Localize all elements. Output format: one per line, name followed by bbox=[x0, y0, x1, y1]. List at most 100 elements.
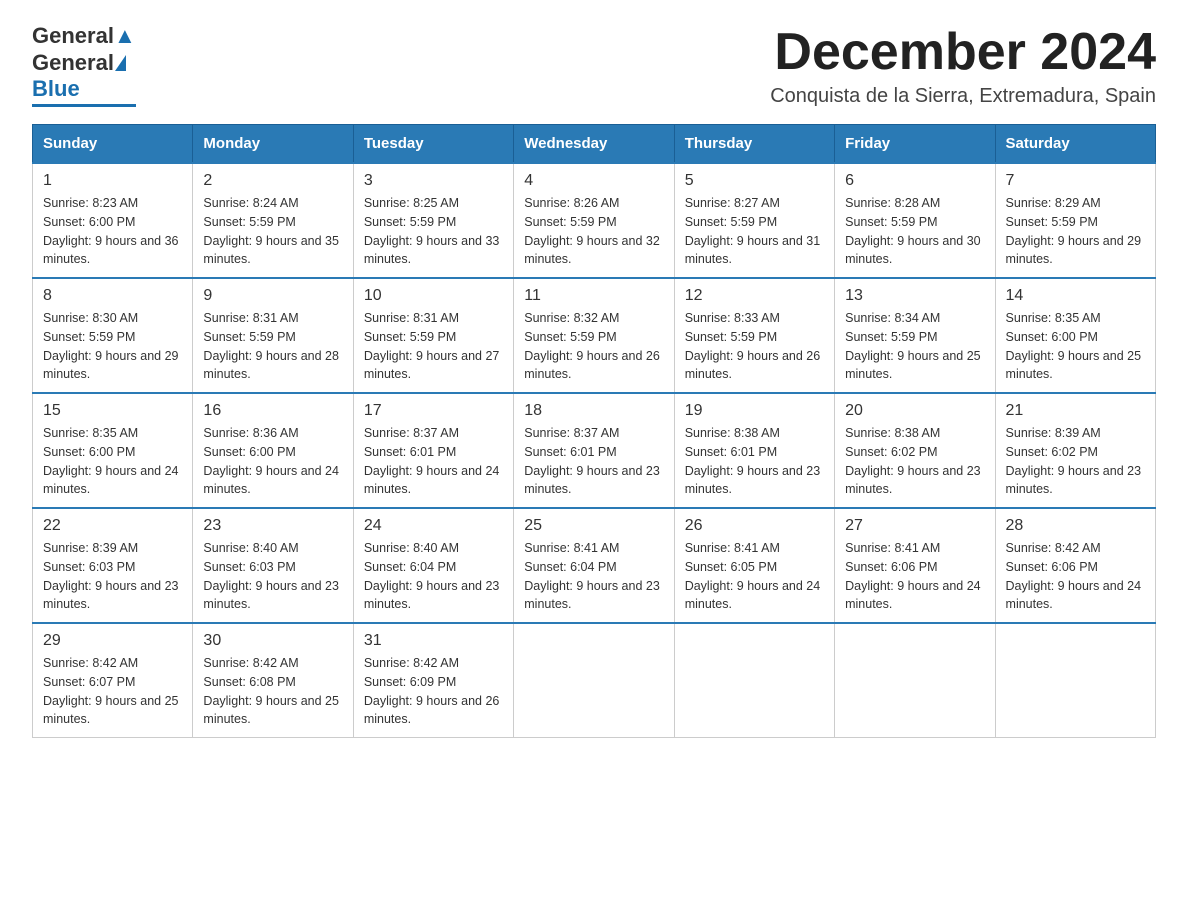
day-info: Sunrise: 8:24 AMSunset: 5:59 PMDaylight:… bbox=[203, 196, 339, 266]
calendar-week-row: 1 Sunrise: 8:23 AMSunset: 6:00 PMDayligh… bbox=[33, 163, 1156, 278]
day-number: 1 bbox=[43, 172, 182, 190]
calendar-day-cell: 7 Sunrise: 8:29 AMSunset: 5:59 PMDayligh… bbox=[995, 163, 1155, 278]
calendar-table: Sunday Monday Tuesday Wednesday Thursday… bbox=[32, 124, 1156, 738]
calendar-day-cell: 6 Sunrise: 8:28 AMSunset: 5:59 PMDayligh… bbox=[835, 163, 995, 278]
col-monday: Monday bbox=[193, 125, 353, 164]
calendar-week-row: 8 Sunrise: 8:30 AMSunset: 5:59 PMDayligh… bbox=[33, 278, 1156, 393]
calendar-header-row: Sunday Monday Tuesday Wednesday Thursday… bbox=[33, 125, 1156, 164]
day-number: 3 bbox=[364, 172, 503, 190]
calendar-day-cell: 14 Sunrise: 8:35 AMSunset: 6:00 PMDaylig… bbox=[995, 278, 1155, 393]
day-info: Sunrise: 8:40 AMSunset: 6:03 PMDaylight:… bbox=[203, 541, 339, 611]
day-number: 27 bbox=[845, 517, 984, 535]
logo: General▲ General Blue bbox=[32, 24, 136, 107]
day-info: Sunrise: 8:40 AMSunset: 6:04 PMDaylight:… bbox=[364, 541, 500, 611]
calendar-week-row: 22 Sunrise: 8:39 AMSunset: 6:03 PMDaylig… bbox=[33, 508, 1156, 623]
day-number: 26 bbox=[685, 517, 824, 535]
day-info: Sunrise: 8:41 AMSunset: 6:05 PMDaylight:… bbox=[685, 541, 821, 611]
calendar-day-cell: 16 Sunrise: 8:36 AMSunset: 6:00 PMDaylig… bbox=[193, 393, 353, 508]
day-info: Sunrise: 8:38 AMSunset: 6:01 PMDaylight:… bbox=[685, 426, 821, 496]
day-number: 2 bbox=[203, 172, 342, 190]
calendar-day-cell: 21 Sunrise: 8:39 AMSunset: 6:02 PMDaylig… bbox=[995, 393, 1155, 508]
day-info: Sunrise: 8:42 AMSunset: 6:09 PMDaylight:… bbox=[364, 656, 500, 726]
col-tuesday: Tuesday bbox=[353, 125, 513, 164]
day-number: 6 bbox=[845, 172, 984, 190]
day-number: 10 bbox=[364, 287, 503, 305]
calendar-day-cell: 25 Sunrise: 8:41 AMSunset: 6:04 PMDaylig… bbox=[514, 508, 674, 623]
calendar-day-cell: 26 Sunrise: 8:41 AMSunset: 6:05 PMDaylig… bbox=[674, 508, 834, 623]
day-info: Sunrise: 8:42 AMSunset: 6:08 PMDaylight:… bbox=[203, 656, 339, 726]
month-title: December 2024 bbox=[770, 24, 1156, 81]
day-number: 9 bbox=[203, 287, 342, 305]
day-info: Sunrise: 8:38 AMSunset: 6:02 PMDaylight:… bbox=[845, 426, 981, 496]
calendar-day-cell: 17 Sunrise: 8:37 AMSunset: 6:01 PMDaylig… bbox=[353, 393, 513, 508]
col-thursday: Thursday bbox=[674, 125, 834, 164]
logo-triangle-icon bbox=[115, 55, 126, 71]
calendar-day-cell: 3 Sunrise: 8:25 AMSunset: 5:59 PMDayligh… bbox=[353, 163, 513, 278]
day-info: Sunrise: 8:33 AMSunset: 5:59 PMDaylight:… bbox=[685, 311, 821, 381]
calendar-day-cell: 29 Sunrise: 8:42 AMSunset: 6:07 PMDaylig… bbox=[33, 623, 193, 738]
day-number: 20 bbox=[845, 402, 984, 420]
day-number: 19 bbox=[685, 402, 824, 420]
day-info: Sunrise: 8:37 AMSunset: 6:01 PMDaylight:… bbox=[364, 426, 500, 496]
calendar-day-cell: 10 Sunrise: 8:31 AMSunset: 5:59 PMDaylig… bbox=[353, 278, 513, 393]
day-info: Sunrise: 8:32 AMSunset: 5:59 PMDaylight:… bbox=[524, 311, 660, 381]
calendar-day-cell: 23 Sunrise: 8:40 AMSunset: 6:03 PMDaylig… bbox=[193, 508, 353, 623]
day-number: 15 bbox=[43, 402, 182, 420]
calendar-day-cell: 11 Sunrise: 8:32 AMSunset: 5:59 PMDaylig… bbox=[514, 278, 674, 393]
day-number: 23 bbox=[203, 517, 342, 535]
calendar-day-cell: 27 Sunrise: 8:41 AMSunset: 6:06 PMDaylig… bbox=[835, 508, 995, 623]
page-header: General▲ General Blue December 2024 Conq… bbox=[32, 24, 1156, 108]
day-info: Sunrise: 8:23 AMSunset: 6:00 PMDaylight:… bbox=[43, 196, 179, 266]
day-info: Sunrise: 8:36 AMSunset: 6:00 PMDaylight:… bbox=[203, 426, 339, 496]
day-info: Sunrise: 8:27 AMSunset: 5:59 PMDaylight:… bbox=[685, 196, 821, 266]
calendar-day-cell: 15 Sunrise: 8:35 AMSunset: 6:00 PMDaylig… bbox=[33, 393, 193, 508]
day-info: Sunrise: 8:29 AMSunset: 5:59 PMDaylight:… bbox=[1006, 196, 1142, 266]
calendar-day-cell bbox=[514, 623, 674, 738]
logo-text: General▲ bbox=[32, 24, 136, 48]
day-number: 14 bbox=[1006, 287, 1145, 305]
calendar-day-cell: 12 Sunrise: 8:33 AMSunset: 5:59 PMDaylig… bbox=[674, 278, 834, 393]
calendar-day-cell bbox=[995, 623, 1155, 738]
day-number: 17 bbox=[364, 402, 503, 420]
calendar-day-cell: 1 Sunrise: 8:23 AMSunset: 6:00 PMDayligh… bbox=[33, 163, 193, 278]
day-info: Sunrise: 8:37 AMSunset: 6:01 PMDaylight:… bbox=[524, 426, 660, 496]
calendar-title-area: December 2024 Conquista de la Sierra, Ex… bbox=[770, 24, 1156, 108]
col-sunday: Sunday bbox=[33, 125, 193, 164]
calendar-week-row: 15 Sunrise: 8:35 AMSunset: 6:00 PMDaylig… bbox=[33, 393, 1156, 508]
calendar-day-cell: 2 Sunrise: 8:24 AMSunset: 5:59 PMDayligh… bbox=[193, 163, 353, 278]
day-number: 11 bbox=[524, 287, 663, 305]
day-info: Sunrise: 8:34 AMSunset: 5:59 PMDaylight:… bbox=[845, 311, 981, 381]
day-number: 30 bbox=[203, 632, 342, 650]
calendar-week-row: 29 Sunrise: 8:42 AMSunset: 6:07 PMDaylig… bbox=[33, 623, 1156, 738]
day-number: 29 bbox=[43, 632, 182, 650]
day-info: Sunrise: 8:28 AMSunset: 5:59 PMDaylight:… bbox=[845, 196, 981, 266]
day-number: 13 bbox=[845, 287, 984, 305]
col-wednesday: Wednesday bbox=[514, 125, 674, 164]
day-number: 7 bbox=[1006, 172, 1145, 190]
calendar-day-cell: 24 Sunrise: 8:40 AMSunset: 6:04 PMDaylig… bbox=[353, 508, 513, 623]
day-number: 21 bbox=[1006, 402, 1145, 420]
day-info: Sunrise: 8:25 AMSunset: 5:59 PMDaylight:… bbox=[364, 196, 500, 266]
day-number: 31 bbox=[364, 632, 503, 650]
calendar-day-cell: 19 Sunrise: 8:38 AMSunset: 6:01 PMDaylig… bbox=[674, 393, 834, 508]
day-info: Sunrise: 8:31 AMSunset: 5:59 PMDaylight:… bbox=[203, 311, 339, 381]
day-number: 12 bbox=[685, 287, 824, 305]
day-info: Sunrise: 8:35 AMSunset: 6:00 PMDaylight:… bbox=[1006, 311, 1142, 381]
calendar-day-cell: 4 Sunrise: 8:26 AMSunset: 5:59 PMDayligh… bbox=[514, 163, 674, 278]
calendar-day-cell: 31 Sunrise: 8:42 AMSunset: 6:09 PMDaylig… bbox=[353, 623, 513, 738]
day-number: 24 bbox=[364, 517, 503, 535]
day-info: Sunrise: 8:35 AMSunset: 6:00 PMDaylight:… bbox=[43, 426, 179, 496]
calendar-day-cell: 9 Sunrise: 8:31 AMSunset: 5:59 PMDayligh… bbox=[193, 278, 353, 393]
day-info: Sunrise: 8:30 AMSunset: 5:59 PMDaylight:… bbox=[43, 311, 179, 381]
day-number: 25 bbox=[524, 517, 663, 535]
day-info: Sunrise: 8:26 AMSunset: 5:59 PMDaylight:… bbox=[524, 196, 660, 266]
calendar-day-cell: 13 Sunrise: 8:34 AMSunset: 5:59 PMDaylig… bbox=[835, 278, 995, 393]
day-number: 8 bbox=[43, 287, 182, 305]
day-number: 28 bbox=[1006, 517, 1145, 535]
day-info: Sunrise: 8:42 AMSunset: 6:06 PMDaylight:… bbox=[1006, 541, 1142, 611]
calendar-day-cell: 28 Sunrise: 8:42 AMSunset: 6:06 PMDaylig… bbox=[995, 508, 1155, 623]
day-info: Sunrise: 8:41 AMSunset: 6:04 PMDaylight:… bbox=[524, 541, 660, 611]
day-number: 22 bbox=[43, 517, 182, 535]
day-number: 18 bbox=[524, 402, 663, 420]
calendar-day-cell: 18 Sunrise: 8:37 AMSunset: 6:01 PMDaylig… bbox=[514, 393, 674, 508]
